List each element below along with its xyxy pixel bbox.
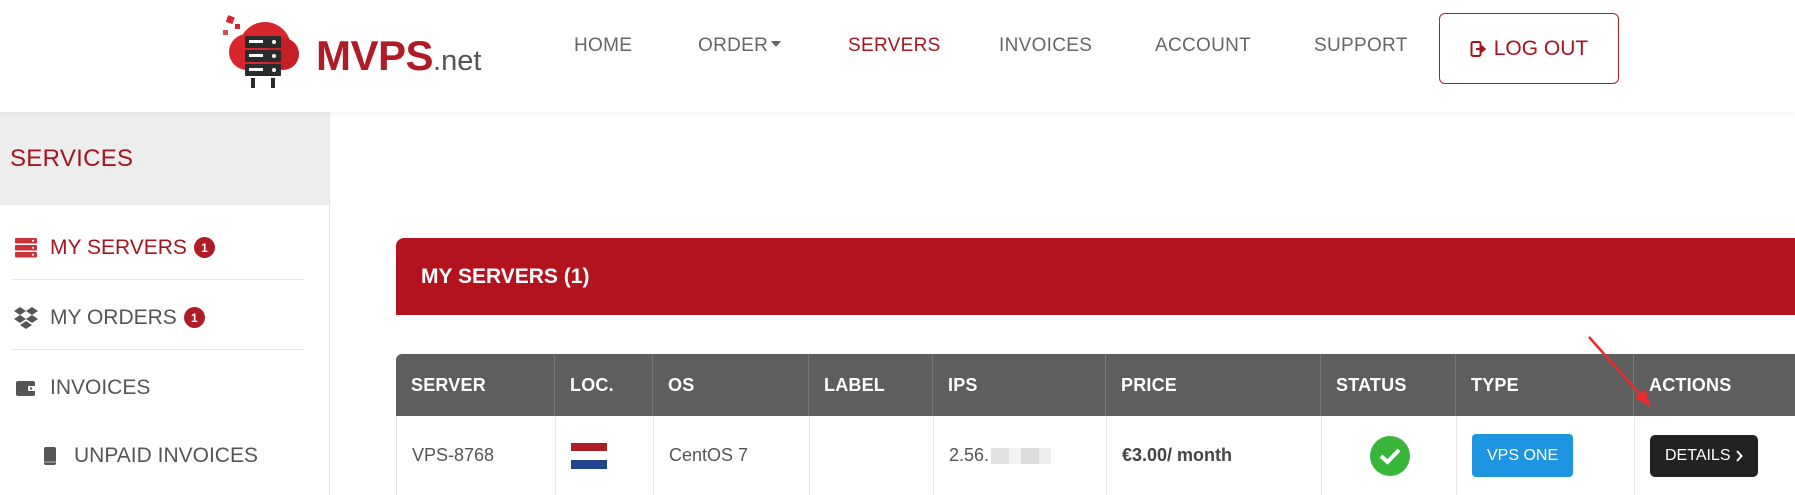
top-header: MVPS.net HOME ORDER SERVERS INVOICES ACC… xyxy=(0,0,1795,112)
nav-support[interactable]: SUPPORT xyxy=(1314,35,1408,57)
column-header: OS xyxy=(653,354,809,416)
panel-title: MY SERVERS (1) xyxy=(396,238,1795,315)
wallet-icon xyxy=(12,374,40,402)
sign-out-icon xyxy=(1470,40,1486,57)
check-circle-icon xyxy=(1370,435,1410,476)
sidebar-item-label: INVOICES xyxy=(50,376,151,399)
chevron-down-icon xyxy=(771,40,782,47)
column-header: LOC. xyxy=(555,354,653,416)
column-header: IPS xyxy=(933,354,1106,416)
details-label: DETAILS xyxy=(1665,446,1731,464)
server-name: VPS-8768 xyxy=(397,416,556,495)
sidebar-item-label: MY ORDERS xyxy=(50,305,177,329)
logout-button[interactable]: LOG OUT xyxy=(1439,13,1619,84)
ips-cell: 2.56. xyxy=(934,416,1107,495)
sidebar-item-unpaid-invoices[interactable]: UNPAID INVOICES xyxy=(36,424,328,488)
status-cell xyxy=(1322,416,1457,495)
dropbox-icon xyxy=(12,304,40,332)
label-cell xyxy=(810,416,934,495)
netherlands-flag-icon xyxy=(571,442,607,469)
server-icon xyxy=(12,234,40,262)
ip-address: 2.56. xyxy=(949,445,990,465)
sidebar: SERVICES MY SERVERS 1 MY ORDERS 1 INVOIC… xyxy=(0,112,330,495)
nav-home[interactable]: HOME xyxy=(574,35,632,57)
sidebar-item-label: MY SERVERS xyxy=(50,235,187,259)
count-badge: 1 xyxy=(193,237,215,258)
os-cell: CentOS 7 xyxy=(654,416,810,495)
column-header: STATUS xyxy=(1321,354,1456,416)
column-header: SERVER xyxy=(396,354,555,416)
actions-cell: DETAILS xyxy=(1635,416,1795,495)
annotation-arrow xyxy=(1588,336,1651,407)
brand-name: MVPS.net xyxy=(316,32,482,79)
price-cell: €3.00/ month xyxy=(1107,416,1322,495)
sidebar-item-my-orders[interactable]: MY ORDERS 1 xyxy=(12,286,304,350)
table-row: VPS-8768 CentOS 7 2.56. €3.00/ month VPS… xyxy=(396,416,1795,495)
brand-logo[interactable]: MVPS.net xyxy=(221,12,501,92)
logout-label: LOG OUT xyxy=(1493,36,1589,60)
details-button[interactable]: DETAILS xyxy=(1650,434,1758,477)
column-header: ACTIONS xyxy=(1649,374,1732,395)
sidebar-item-invoices[interactable]: INVOICES xyxy=(12,356,304,420)
logo-server-icon xyxy=(223,15,299,88)
nav-servers[interactable]: SERVERS xyxy=(848,35,941,57)
book-icon xyxy=(36,442,64,470)
ip-redaction xyxy=(991,447,1052,464)
vps-type-button[interactable]: VPS ONE xyxy=(1472,434,1574,477)
location-cell xyxy=(556,416,654,495)
nav-order[interactable]: ORDER xyxy=(698,35,782,57)
sidebar-heading: SERVICES xyxy=(0,112,329,205)
column-header: PRICE xyxy=(1106,354,1321,416)
column-header: LABEL xyxy=(809,354,933,416)
nav-invoices[interactable]: INVOICES xyxy=(999,35,1092,57)
count-badge: 1 xyxy=(183,307,205,328)
type-cell: VPS ONE xyxy=(1457,416,1635,495)
chevron-right-icon xyxy=(1735,449,1743,462)
sidebar-item-label: UNPAID INVOICES xyxy=(74,444,258,467)
sidebar-item-my-servers[interactable]: MY SERVERS 1 xyxy=(12,216,304,280)
nav-account[interactable]: ACCOUNT xyxy=(1155,35,1251,57)
